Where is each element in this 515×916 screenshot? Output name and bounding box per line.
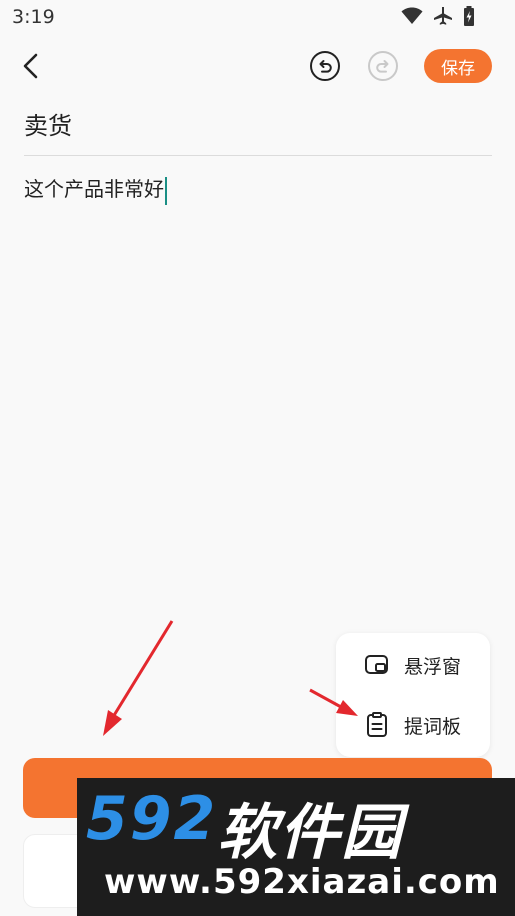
back-button[interactable] (18, 50, 48, 82)
undo-button[interactable] (310, 51, 340, 81)
menu-item-floating-window[interactable]: 悬浮窗 (336, 637, 490, 693)
annotation-arrow-left (103, 620, 174, 736)
watermark-url: www.592xiazai.com (104, 862, 500, 902)
text-caret (165, 176, 167, 205)
menu-item-label: 悬浮窗 (404, 655, 462, 678)
battery-icon (464, 6, 474, 26)
watermark-brand-number: 592 (86, 784, 218, 854)
title-input[interactable]: 卖货 (24, 106, 492, 154)
redo-icon (376, 60, 389, 73)
airplane-icon (434, 7, 452, 25)
menu-item-teleprompter[interactable]: 提词板 (336, 697, 490, 753)
title-divider (24, 155, 492, 156)
chevron-left-icon (23, 53, 38, 79)
content-input[interactable]: 这个产品非常好 (24, 172, 167, 206)
save-button[interactable]: 保存 (424, 49, 492, 83)
watermark-brand-text: 软件园 (217, 798, 404, 868)
status-bar: 3:19 (0, 0, 515, 36)
undo-icon (319, 60, 332, 73)
popup-menu: 悬浮窗 提词板 (336, 633, 490, 757)
menu-item-label: 提词板 (404, 715, 462, 738)
watermark-logo: 592 软件园 (86, 784, 403, 871)
content-text: 这个产品非常好 (24, 177, 164, 201)
floating-window-icon (364, 652, 390, 678)
status-icons (401, 6, 475, 26)
clipboard-icon (364, 712, 390, 738)
status-time: 3:19 (12, 6, 55, 28)
wifi-icon (401, 7, 423, 24)
redo-button[interactable] (368, 51, 398, 81)
